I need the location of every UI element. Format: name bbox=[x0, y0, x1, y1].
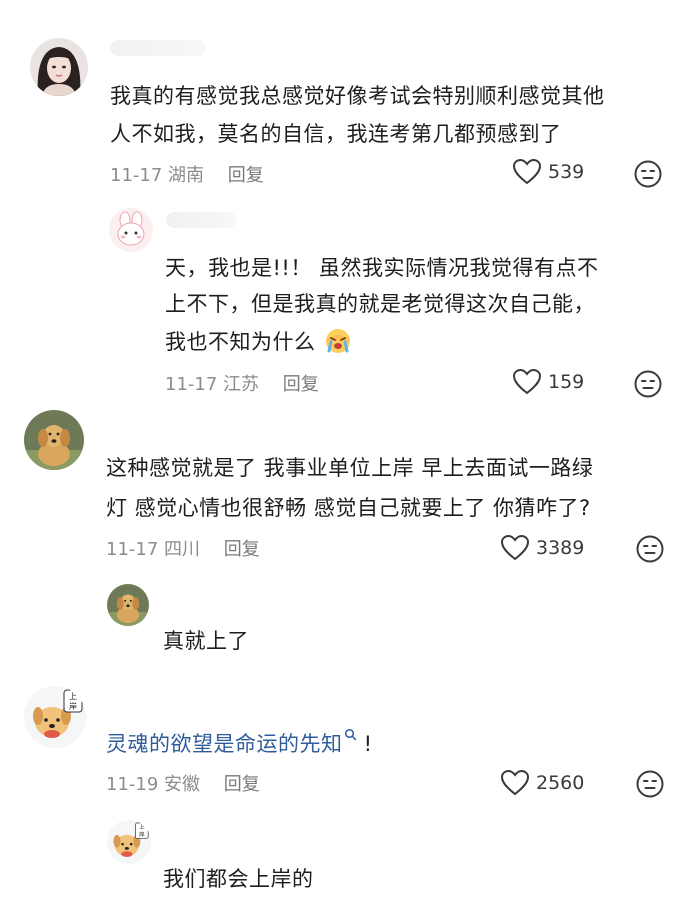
unhappy-face-icon[interactable] bbox=[634, 370, 662, 398]
comment-meta: 11-17 四川 回复 bbox=[106, 535, 260, 561]
comment-text: 上不下，但是我真的就是老觉得这次自己能， bbox=[165, 292, 595, 316]
crying-face-emoji-icon bbox=[325, 329, 350, 353]
comment-text: 我也不知为什么 bbox=[165, 330, 316, 354]
unhappy-face-icon[interactable] bbox=[636, 770, 664, 798]
like-count: 159 bbox=[548, 370, 585, 393]
comment-text-line: 灵魂的欲望是命运的先知 ! bbox=[106, 726, 373, 763]
unhappy-face-icon[interactable] bbox=[636, 535, 664, 563]
comment-meta: 11-17 江苏 回复 bbox=[165, 370, 319, 396]
comment-text: 我们都会上岸的 bbox=[163, 867, 314, 891]
svg-text:岸: 岸 bbox=[69, 702, 77, 711]
svg-text:岸: 岸 bbox=[139, 831, 145, 838]
comment-text-line: 我也不知为什么 bbox=[165, 324, 353, 361]
comment-location: 江苏 bbox=[223, 374, 260, 395]
comment-date: 11-17 bbox=[106, 539, 159, 560]
comment-text: 真就上了 bbox=[163, 629, 249, 653]
avatar[interactable] bbox=[107, 584, 149, 626]
avatar[interactable] bbox=[24, 410, 84, 470]
comment-text: 天，我也是!!！ 虽然我实际情况我觉得有点不 bbox=[165, 256, 599, 280]
unhappy-face-icon[interactable] bbox=[634, 160, 662, 188]
like-button[interactable]: 159 bbox=[512, 368, 584, 395]
reply-button[interactable]: 回复 bbox=[224, 774, 260, 795]
reply-button[interactable]: 回复 bbox=[228, 165, 264, 186]
girl-avatar-icon bbox=[30, 38, 88, 96]
comment-date: 11-17 bbox=[110, 165, 163, 186]
comment-text: 人不如我，莫名的自信，我连考第几都预感到了 bbox=[110, 122, 562, 146]
reply-button[interactable]: 回复 bbox=[283, 374, 319, 395]
heart-outline-icon bbox=[500, 769, 530, 796]
like-button[interactable]: 3389 bbox=[500, 534, 584, 561]
heart-outline-icon bbox=[512, 368, 542, 395]
comment-date: 11-19 bbox=[106, 774, 159, 795]
search-icon[interactable] bbox=[344, 728, 357, 741]
avatar[interactable]: 上 岸 bbox=[24, 686, 86, 748]
comment-location: 四川 bbox=[164, 539, 201, 560]
comment-location: 湖南 bbox=[168, 165, 205, 186]
hashtag-link[interactable]: 灵魂的欲望是命运的先知 bbox=[106, 732, 343, 756]
comment-text: 这种感觉就是了 我事业单位上岸 早上去面试一路绿 bbox=[106, 456, 594, 480]
avatar[interactable] bbox=[109, 208, 153, 252]
comment-date: 11-17 bbox=[165, 374, 218, 395]
comment-location: 安徽 bbox=[164, 774, 201, 795]
heart-outline-icon bbox=[512, 158, 542, 185]
reply-button[interactable]: 回复 bbox=[224, 539, 260, 560]
username-blurred[interactable] bbox=[110, 40, 206, 56]
like-count: 539 bbox=[548, 160, 585, 183]
golden-retriever-avatar-icon bbox=[24, 410, 84, 470]
comment-meta: 11-19 安徽 回复 bbox=[106, 770, 260, 796]
avatar[interactable]: 上 岸 bbox=[107, 820, 151, 864]
cartoon-dog-shangan-avatar-icon: 上 岸 bbox=[24, 686, 86, 748]
golden-retriever-avatar-icon bbox=[107, 584, 149, 626]
svg-text:上: 上 bbox=[69, 692, 77, 701]
comment-text: ! bbox=[356, 732, 373, 756]
like-count: 2560 bbox=[536, 771, 585, 794]
like-count: 3389 bbox=[536, 536, 585, 559]
like-button[interactable]: 539 bbox=[512, 158, 584, 185]
comment-meta: 11-17 湖南 回复 bbox=[110, 161, 264, 187]
comment-text: 灯 感觉心情也很舒畅 感觉自己就要上了 你猜咋了? bbox=[106, 496, 591, 520]
like-button[interactable]: 2560 bbox=[500, 769, 584, 796]
heart-outline-icon bbox=[500, 534, 530, 561]
avatar[interactable] bbox=[30, 38, 88, 96]
comment-text: 我真的有感觉我总感觉好像考试会特别顺利感觉其他 bbox=[110, 84, 605, 108]
cartoon-dog-shangan-avatar-icon: 上 岸 bbox=[107, 820, 151, 864]
username-blurred[interactable] bbox=[166, 212, 236, 228]
pink-bunny-avatar-icon bbox=[109, 208, 153, 252]
